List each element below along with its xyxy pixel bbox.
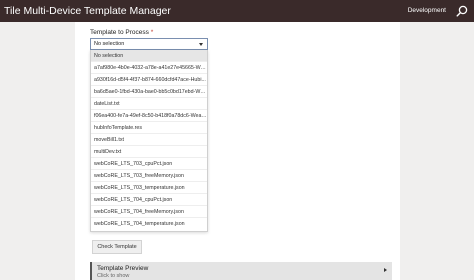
search-icon[interactable] bbox=[456, 5, 468, 17]
top-bar: Tile Multi-Device Template Manager Devel… bbox=[0, 0, 474, 22]
required-marker: * bbox=[150, 29, 154, 36]
dropdown-option[interactable]: dateList.txt bbox=[91, 98, 207, 110]
chevron-right-icon bbox=[384, 268, 387, 272]
dropdown-option[interactable]: a930f16d-d5f4-4f37-b874-660dcfd47ace-Hub… bbox=[91, 74, 207, 86]
app-title: Tile Multi-Device Template Manager bbox=[4, 5, 171, 17]
template-preview-panel[interactable]: Template Preview Click to show bbox=[90, 262, 392, 280]
dropdown-option[interactable]: webCoRE_LTS_704_freeMemory.json bbox=[91, 206, 207, 218]
dropdown-option[interactable]: a7af980e-4b0e-4032-a78e-a41e27e45665-Wea… bbox=[91, 62, 207, 74]
dropdown-option[interactable]: webCoRE_LTS_703_temperature.json bbox=[91, 182, 207, 194]
template-dropdown-list: No selection a7af980e-4b0e-4032-a78e-a41… bbox=[90, 50, 208, 232]
dropdown-option[interactable]: No selection bbox=[91, 50, 207, 62]
dropdown-option[interactable]: webCoRE_LTS_704_temperature.json bbox=[91, 218, 207, 230]
dropdown-option[interactable]: moveBill1.txt bbox=[91, 134, 207, 146]
dropdown-option[interactable]: f06ea400-fe7a-49ef-8c50-b418f0a78dc6-Wea… bbox=[91, 110, 207, 122]
check-template-button[interactable]: Check Template bbox=[92, 240, 142, 254]
dropdown-option[interactable]: webCoRE_LTS_704_cpuPct.json bbox=[91, 194, 207, 206]
template-field-label-text: Template to Process bbox=[90, 29, 149, 36]
dropdown-option[interactable]: ba6d5ae0-1fbd-430a-bae0-bb5c0bd17ebd-Wea… bbox=[91, 86, 207, 98]
template-select[interactable]: No selection bbox=[90, 38, 208, 50]
template-select-value: No selection bbox=[94, 41, 125, 47]
dropdown-option[interactable]: multiDev.txt bbox=[91, 146, 207, 158]
preview-subtitle: Click to show bbox=[97, 273, 130, 279]
chevron-down-icon bbox=[199, 43, 203, 46]
dropdown-option[interactable]: hubInfoTemplate.res bbox=[91, 122, 207, 134]
environment-label: Development bbox=[407, 7, 446, 14]
dropdown-option[interactable]: webCoRE_LTS_703_cpuPct.json bbox=[91, 158, 207, 170]
preview-title: Template Preview bbox=[97, 265, 149, 272]
template-field-label: Template to Process * bbox=[90, 29, 153, 36]
dropdown-option[interactable]: webCoRE_LTS_703_freeMemory.json bbox=[91, 170, 207, 182]
